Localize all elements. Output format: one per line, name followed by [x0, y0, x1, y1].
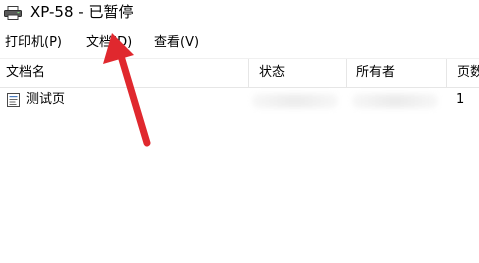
window-title: XP-58 - 已暂停 — [30, 3, 134, 21]
status-value-redacted — [252, 94, 338, 108]
printer-icon — [4, 6, 22, 20]
document-icon — [7, 93, 20, 107]
menu-printer[interactable]: 打印机(P) — [5, 34, 62, 52]
document-name: 测试页 — [26, 92, 66, 107]
title-bar: XP-58 - 已暂停 — [0, 0, 479, 28]
menu-bar: 打印机(P) 文档(D) 查看(V) — [0, 30, 479, 56]
menu-document[interactable]: 文档(D) — [86, 34, 132, 52]
menu-view[interactable]: 查看(V) — [154, 34, 199, 52]
column-header-status[interactable]: 状态 — [248, 59, 346, 87]
owner-value-redacted — [352, 94, 438, 108]
column-header-row: 文档名 状态 所有者 页数 — [0, 58, 479, 88]
page-count: 1 — [456, 92, 465, 107]
column-header-owner[interactable]: 所有者 — [346, 59, 446, 87]
column-header-document-name[interactable]: 文档名 — [0, 59, 248, 87]
print-queue-window: XP-58 - 已暂停 打印机(P) 文档(D) 查看(V) 文档名 状态 所有… — [0, 0, 479, 263]
table-row[interactable]: 测试页 1 — [0, 88, 479, 112]
column-header-pages[interactable]: 页数 — [446, 59, 479, 87]
